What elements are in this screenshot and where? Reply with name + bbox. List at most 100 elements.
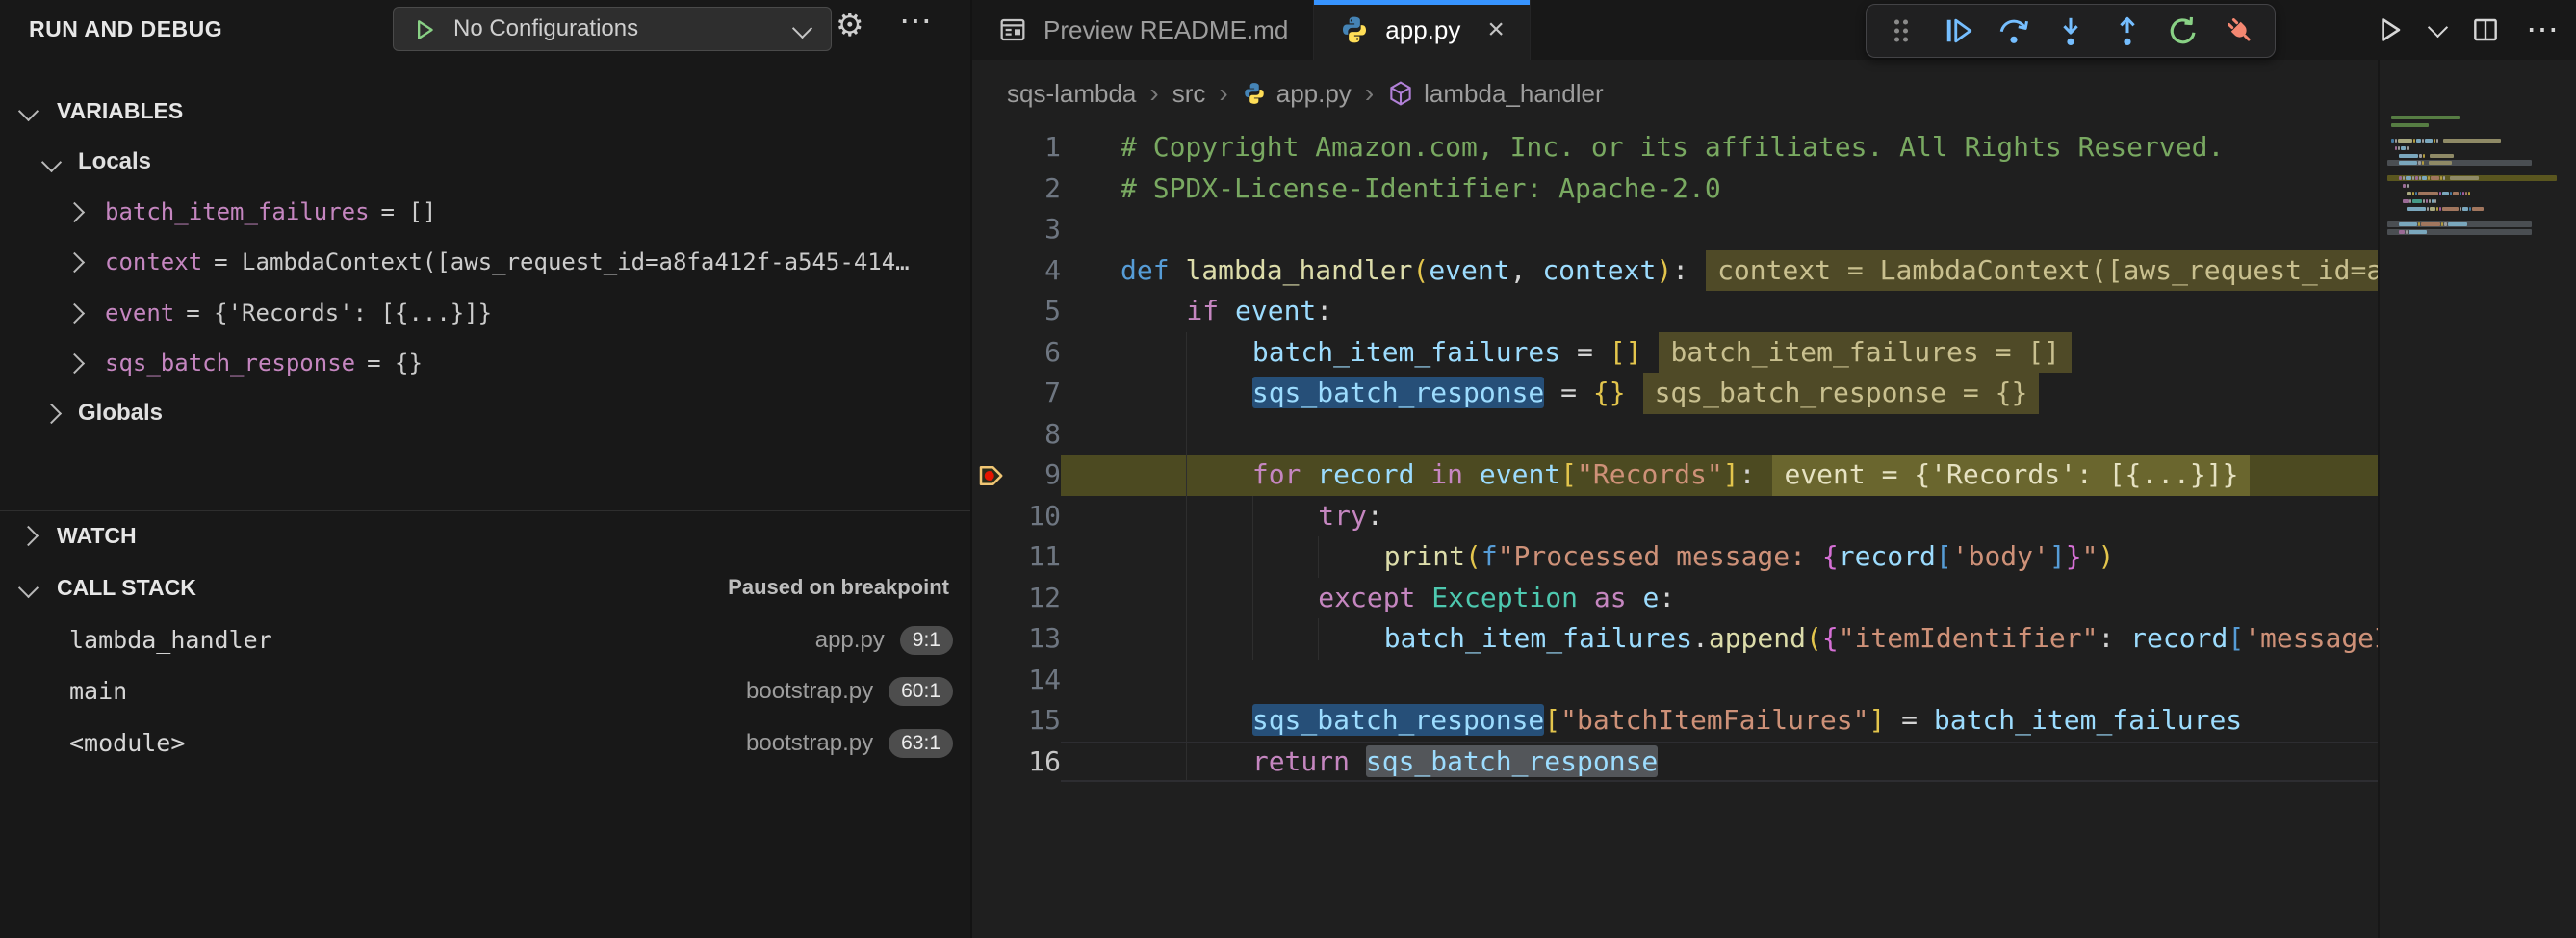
step-over-button[interactable] xyxy=(1995,12,2033,50)
run-dropdown-icon[interactable] xyxy=(2428,16,2448,37)
code-line[interactable]: 14 xyxy=(972,660,2382,701)
code-line[interactable]: 8 xyxy=(972,414,2382,456)
line-number-gutter[interactable]: 12 xyxy=(972,578,1061,619)
watch-section-header[interactable]: WATCH xyxy=(0,512,970,559)
group-label: Locals xyxy=(78,148,151,175)
line-number-gutter[interactable]: 9 xyxy=(972,455,1061,496)
variables-group-locals[interactable]: Locals xyxy=(0,137,970,187)
code-token: ( xyxy=(1465,540,1481,572)
close-icon[interactable]: × xyxy=(1487,15,1505,44)
breadcrumb-item-symbol[interactable]: lambda_handler xyxy=(1387,79,1603,109)
start-debug-icon[interactable] xyxy=(411,16,438,43)
code-token: = xyxy=(1544,377,1593,408)
variables-header-label: VARIABLES xyxy=(57,98,183,124)
line-number-gutter[interactable]: 3 xyxy=(972,209,1061,250)
code-line[interactable]: 10 try: xyxy=(972,496,2382,537)
minimap-token xyxy=(2450,192,2452,195)
variable-row[interactable]: event= {'Records': [{...}]} xyxy=(0,288,970,338)
line-number-gutter[interactable]: 1 xyxy=(972,127,1061,169)
breadcrumb-item-folder[interactable]: sqs-lambda xyxy=(1007,79,1136,109)
frame-location: bootstrap.py63:1 xyxy=(746,729,953,758)
code-line[interactable]: 13 batch_item_failures.append({"itemIden… xyxy=(972,618,2382,660)
code-line[interactable]: 3 xyxy=(972,209,2382,250)
watch-header-label: WATCH xyxy=(57,523,137,549)
variable-row[interactable]: sqs_batch_response= {} xyxy=(0,338,970,388)
code-line-content xyxy=(1061,209,2382,250)
breadcrumb-item-file[interactable]: app.py xyxy=(1242,79,1352,109)
code-line[interactable]: 16 return sqs_batch_response xyxy=(972,742,2382,783)
frame-name: <module> xyxy=(69,729,185,757)
code-token: {} xyxy=(1593,377,1626,408)
line-number-gutter[interactable]: 10 xyxy=(972,496,1061,537)
line-number-gutter[interactable]: 5 xyxy=(972,291,1061,332)
restart-button[interactable] xyxy=(2164,12,2202,50)
drag-handle-icon[interactable] xyxy=(1882,12,1920,50)
line-number-gutter[interactable]: 2 xyxy=(972,169,1061,210)
panel-divider[interactable] xyxy=(0,510,970,511)
minimap-token xyxy=(2395,146,2397,150)
more-actions-icon[interactable]: ⋯ xyxy=(899,2,934,40)
step-out-button[interactable] xyxy=(2108,12,2147,50)
code-line[interactable]: 1# Copyright Amazon.com, Inc. or its aff… xyxy=(972,127,2382,169)
line-number-gutter[interactable]: 13 xyxy=(972,618,1061,660)
minimap-token xyxy=(2398,139,2412,143)
step-into-button[interactable] xyxy=(2051,12,2090,50)
breadcrumb-separator: › xyxy=(1365,78,1374,109)
more-actions-icon[interactable]: ⋯ xyxy=(2526,11,2559,49)
debug-config-dropdown[interactable]: No Configurations xyxy=(393,7,832,51)
code-line[interactable]: 9 for record in event["Records"]:event =… xyxy=(972,455,2382,496)
code-line-content: batch_item_failures = []batch_item_failu… xyxy=(1061,332,2382,374)
run-python-file-icon[interactable] xyxy=(2373,13,2406,46)
editor-group: Preview README.md app.py × xyxy=(972,0,2576,938)
minimap-token xyxy=(2441,222,2443,226)
call-stack-frame[interactable]: lambda_handlerapp.py9:1 xyxy=(0,614,970,665)
code-line[interactable]: 2# SPDX-License-Identifier: Apache-2.0 xyxy=(972,169,2382,210)
code-editor[interactable]: 1# Copyright Amazon.com, Inc. or its aff… xyxy=(972,127,2382,938)
variable-row[interactable]: context= LambdaContext([aws_request_id=a… xyxy=(0,237,970,287)
variable-name: event xyxy=(105,300,174,326)
indent-guide xyxy=(1186,455,1251,496)
minimap-token xyxy=(2399,222,2417,226)
continue-button[interactable] xyxy=(1939,12,1977,50)
code-line[interactable]: 4def lambda_handler(event, context):cont… xyxy=(972,250,2382,292)
call-stack-frame[interactable]: <module> bootstrap.py63:1 xyxy=(0,717,970,769)
tab-preview-readme[interactable]: Preview README.md xyxy=(972,0,1314,60)
code-line[interactable]: 15 sqs_batch_response["batchItemFailures… xyxy=(972,700,2382,742)
line-number-gutter[interactable]: 8 xyxy=(972,414,1061,456)
variables-group-globals[interactable]: Globals xyxy=(0,388,970,438)
code-line[interactable]: 11 print(f"Processed message: {record['b… xyxy=(972,536,2382,578)
line-number-gutter[interactable]: 4 xyxy=(972,250,1061,292)
minimap-token xyxy=(2418,222,2420,226)
indent-guide xyxy=(1121,373,1186,414)
code-line[interactable]: 7 sqs_batch_response = {}sqs_batch_respo… xyxy=(972,373,2382,414)
gear-icon[interactable]: ⚙ xyxy=(836,6,864,43)
code-token: [ xyxy=(1544,704,1560,736)
disconnect-button[interactable] xyxy=(2221,12,2259,50)
variables-section-header[interactable]: VARIABLES xyxy=(0,89,970,133)
tab-app-py[interactable]: app.py × xyxy=(1314,0,1531,60)
code-line[interactable]: 6 batch_item_failures = []batch_item_fai… xyxy=(972,332,2382,374)
code-line[interactable]: 5 if event: xyxy=(972,291,2382,332)
code-token xyxy=(1170,254,1186,286)
code-token: "itemIdentifier" xyxy=(1839,622,2099,654)
call-stack-frame[interactable]: mainbootstrap.py60:1 xyxy=(0,665,970,717)
code-line[interactable]: 12 except Exception as e: xyxy=(972,578,2382,619)
line-number-gutter[interactable]: 7 xyxy=(972,373,1061,414)
code-line-content xyxy=(1061,660,2382,701)
line-number-gutter[interactable]: 6 xyxy=(972,332,1061,374)
line-number-gutter[interactable]: 14 xyxy=(972,660,1061,701)
line-number-gutter[interactable]: 16 xyxy=(972,742,1061,783)
code-token: sqs_batch_response xyxy=(1252,704,1544,736)
code-token: { xyxy=(1822,622,1839,654)
code-token: event xyxy=(1429,254,1509,286)
call-stack-section-header[interactable]: CALL STACK Paused on breakpoint xyxy=(0,562,970,612)
line-number-gutter[interactable]: 11 xyxy=(972,536,1061,578)
code-token: print xyxy=(1384,540,1465,572)
split-editor-icon[interactable] xyxy=(2470,14,2501,45)
tab-label: Preview README.md xyxy=(1043,15,1288,45)
minimap[interactable] xyxy=(2378,60,2576,938)
variable-row[interactable]: batch_item_failures= [] xyxy=(0,187,970,237)
indent-guide xyxy=(1252,578,1318,619)
line-number-gutter[interactable]: 15 xyxy=(972,700,1061,742)
breadcrumb-item-folder[interactable]: src xyxy=(1172,79,1206,109)
